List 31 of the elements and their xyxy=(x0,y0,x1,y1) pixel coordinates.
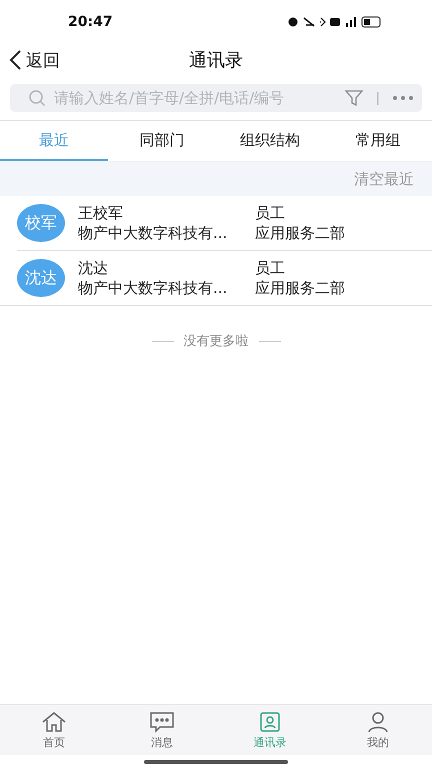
end-of-list-note: 没有更多啦 xyxy=(184,333,248,350)
contact-name: 王校军 xyxy=(78,204,124,222)
contact-company: 物产中大数字科技有... xyxy=(78,278,228,298)
avatar: 校军 xyxy=(17,204,65,242)
home-icon xyxy=(40,710,68,732)
tab[interactable]: 组织结构 xyxy=(216,121,324,161)
status-time: 20:47 xyxy=(68,14,113,30)
search-field[interactable]: 请输入姓名/首字母/全拼/电话/编号 xyxy=(52,88,338,108)
page-title: 通讯录 xyxy=(189,49,243,72)
nav-item[interactable]: 首页 xyxy=(0,705,108,755)
contact-name: 沈达 xyxy=(78,258,109,278)
contact-department: 应用服务二部 xyxy=(255,224,345,242)
filter-icon[interactable] xyxy=(344,88,364,108)
nav-item[interactable]: 通讯录 xyxy=(216,705,324,755)
tab[interactable]: 同部门 xyxy=(108,121,216,161)
contact-company: 物产中大数字科技有... xyxy=(78,224,228,242)
avatar: 沈达 xyxy=(17,259,65,297)
chat-icon xyxy=(148,710,176,732)
more-icon[interactable] xyxy=(392,95,414,101)
battery-icon xyxy=(362,16,380,28)
back-icon xyxy=(8,49,22,71)
signal-icon xyxy=(346,17,356,27)
nav-item[interactable]: 消息 xyxy=(108,705,216,755)
tab[interactable]: 常用组 xyxy=(324,121,432,161)
nav-item[interactable]: 我的 xyxy=(324,705,432,755)
contact-department: 应用服务二部 xyxy=(255,278,345,298)
back-button[interactable]: 返回 xyxy=(8,48,60,72)
search-icon xyxy=(28,89,46,107)
contact-role: 员工 xyxy=(255,258,286,278)
separator: | xyxy=(376,90,380,106)
contact-role: 员工 xyxy=(255,204,286,222)
